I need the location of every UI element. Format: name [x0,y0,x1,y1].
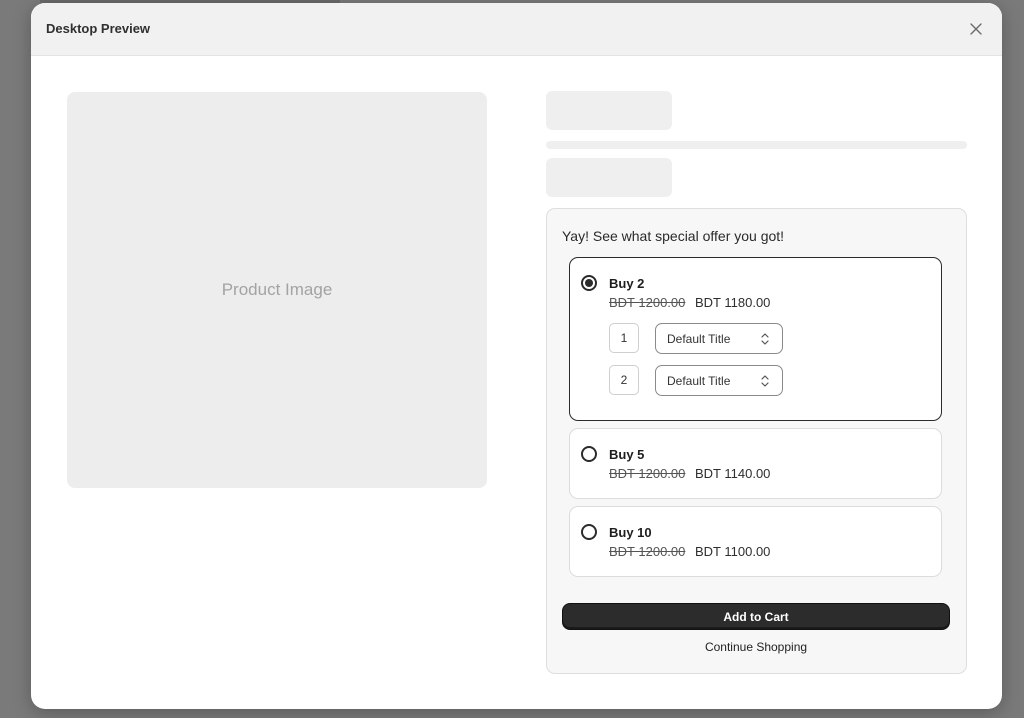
modal-header: Desktop Preview [31,3,1002,56]
offer-option-buy-2[interactable]: Buy 2 BDT 1200.00 BDT 1180.00 1 Default … [569,257,942,421]
close-icon [970,23,982,35]
old-price: BDT 1200.00 [609,295,686,310]
product-image-placeholder: Product Image [67,92,487,488]
radio-unselected[interactable] [581,446,597,462]
variant-select[interactable]: Default Title [655,365,783,396]
old-price: BDT 1200.00 [609,466,686,481]
option-title: Buy 2 [609,276,645,291]
variant-row-1: 1 Default Title [609,323,789,354]
skeleton-price [546,158,672,197]
radio-selected[interactable] [581,275,597,291]
option-prices: BDT 1200.00 BDT 1100.00 [609,544,770,559]
new-price: BDT 1140.00 [695,466,771,481]
variant-select-value: Default Title [667,374,731,388]
offer-option-buy-10[interactable]: Buy 10 BDT 1200.00 BDT 1100.00 [569,506,942,577]
chevron-updown-icon [761,333,769,345]
desktop-preview-modal: Desktop Preview Product Image Yay! See w… [31,3,1002,709]
option-title: Buy 5 [609,447,645,462]
variant-select-value: Default Title [667,332,731,346]
skeleton-title [546,91,672,130]
option-prices: BDT 1200.00 BDT 1180.00 [609,295,770,310]
product-image-label: Product Image [221,280,333,299]
variant-row-2: 2 Default Title [609,365,789,396]
skeleton-line [546,141,967,149]
quantity-index: 2 [609,365,639,395]
variant-select[interactable]: Default Title [655,323,783,354]
modal-title: Desktop Preview [46,21,151,36]
option-prices: BDT 1200.00 BDT 1140.00 [609,466,770,481]
offer-heading: Yay! See what special offer you got! [562,228,785,244]
chevron-updown-icon [761,375,769,387]
quantity-index: 1 [609,323,639,353]
offer-option-buy-5[interactable]: Buy 5 BDT 1200.00 BDT 1140.00 [569,428,942,499]
option-title: Buy 10 [609,525,652,540]
new-price: BDT 1180.00 [695,295,771,310]
old-price: BDT 1200.00 [609,544,686,559]
close-button[interactable] [964,17,988,41]
radio-unselected[interactable] [581,524,597,540]
add-to-cart-button[interactable]: Add to Cart [562,603,950,630]
new-price: BDT 1100.00 [695,544,771,559]
continue-shopping-link[interactable]: Continue Shopping [562,640,950,654]
offer-panel: Yay! See what special offer you got! Buy… [546,208,967,674]
